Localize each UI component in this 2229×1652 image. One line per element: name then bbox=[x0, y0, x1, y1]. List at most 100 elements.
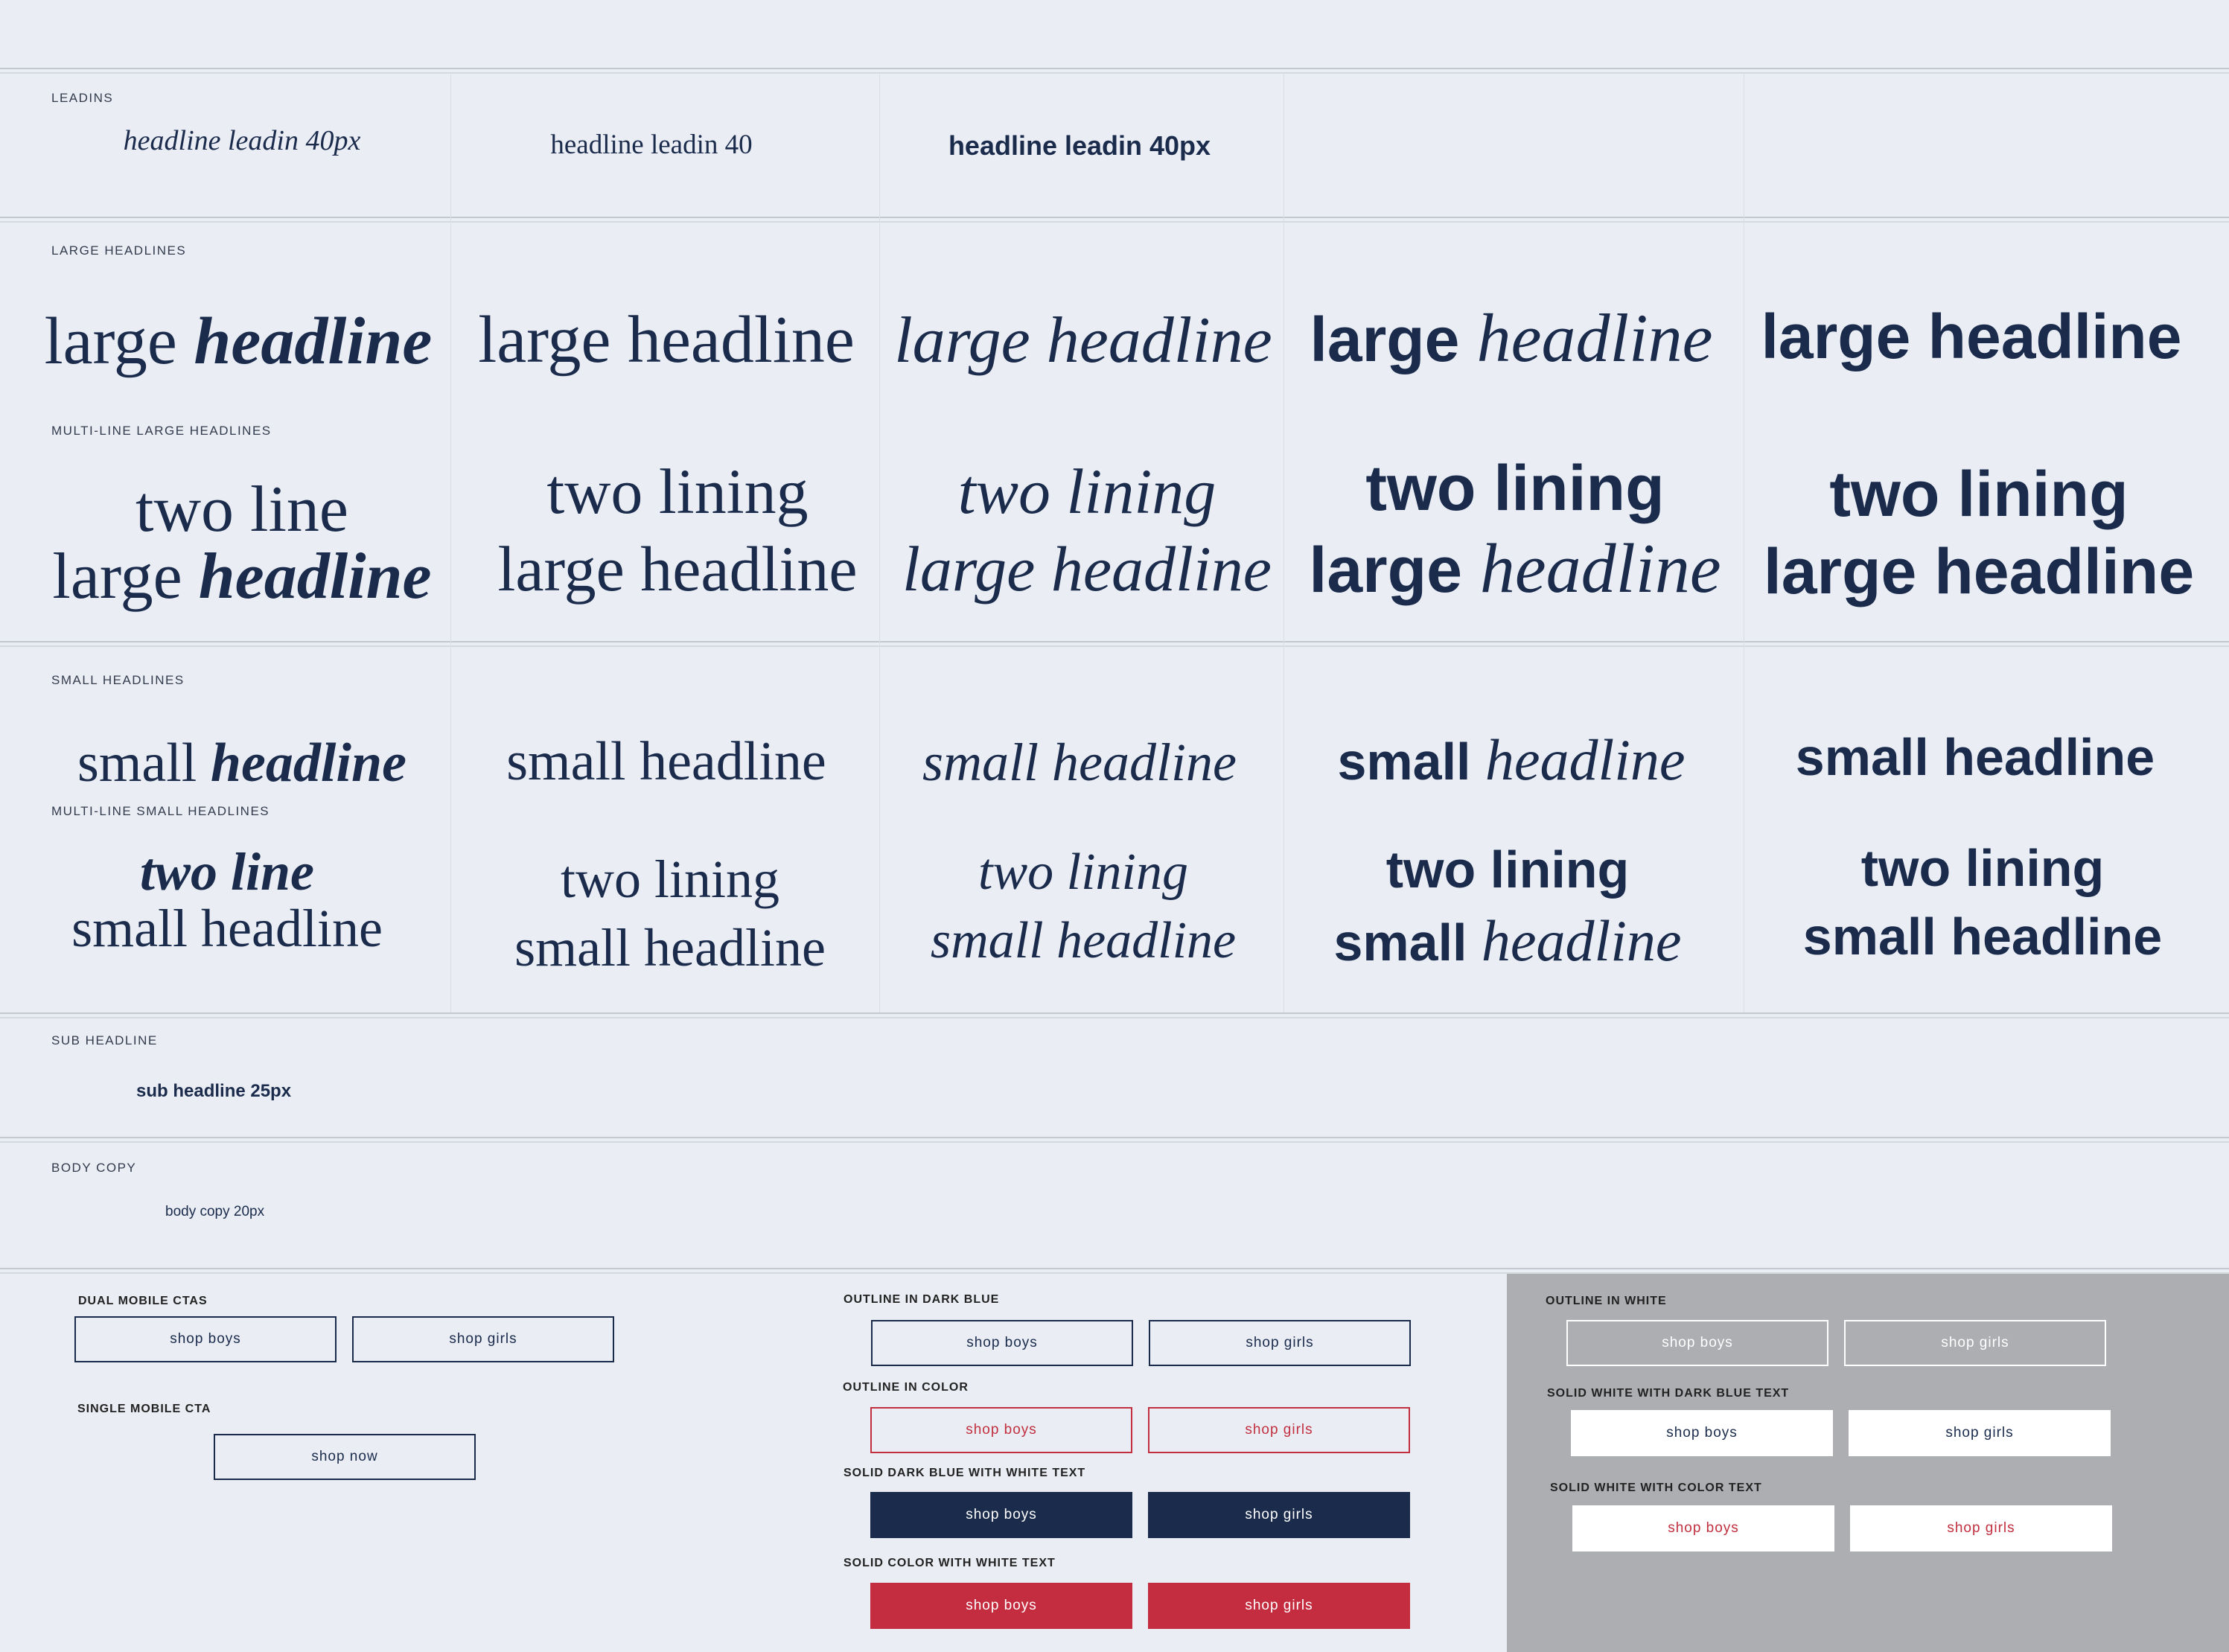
headline-line: two lining bbox=[1860, 839, 2105, 897]
shop-girls-button[interactable]: shop girls bbox=[352, 1316, 614, 1362]
divider bbox=[0, 645, 2229, 647]
headline-line: two line bbox=[139, 842, 315, 902]
cta-label-outline-color: OUTLINE IN COLOR bbox=[843, 1381, 969, 1394]
shop-boys-button[interactable]: shop boys bbox=[871, 1320, 1133, 1366]
headline-line: small headline bbox=[71, 899, 383, 958]
large-headline-sans-mixed: large headline bbox=[1288, 304, 1735, 372]
large-headline-serif-italic: large headline bbox=[894, 304, 1272, 377]
multi-small-serif: two lining small headline bbox=[458, 845, 882, 982]
section-label-large-headlines: LARGE HEADLINES bbox=[51, 243, 187, 258]
headline-word: large bbox=[52, 540, 182, 613]
multi-small-serif-mixed: two line small headline bbox=[15, 843, 439, 957]
cta-label-outline-dark-blue: OUTLINE IN DARK BLUE bbox=[844, 1293, 1000, 1306]
sub-headline-sample: sub headline 25px bbox=[136, 1081, 292, 1101]
small-headline-serif: small headline bbox=[506, 731, 826, 792]
shop-girls-button[interactable]: shop girls bbox=[1148, 1407, 1410, 1453]
small-headline-serif-italic: small headline bbox=[922, 733, 1237, 792]
section-label-small-headlines: SMALL HEADLINES bbox=[51, 673, 185, 687]
headline-word-italic: headline bbox=[1479, 530, 1721, 607]
shop-girls-button[interactable]: shop girls bbox=[1148, 1583, 1410, 1629]
cta-label-single-mobile: SINGLE MOBILE CTA bbox=[77, 1403, 211, 1415]
large-headline-serif-mixed: large headline bbox=[15, 308, 462, 375]
multi-small-serif-italic: two lining small headline bbox=[886, 838, 1281, 975]
shop-girls-button[interactable]: shop girls bbox=[1149, 1320, 1411, 1366]
headline-line: small headline bbox=[1288, 905, 1727, 978]
small-headline-sans: small headline bbox=[1795, 728, 2155, 786]
shop-boys-button[interactable]: shop boys bbox=[870, 1583, 1132, 1629]
headline-word: large bbox=[1309, 535, 1462, 606]
multi-large-serif-mixed: two line large headline bbox=[15, 476, 469, 610]
small-headline-sans-mixed: small headline bbox=[1288, 731, 1735, 789]
multi-large-serif: two lining large headline bbox=[462, 453, 893, 607]
divider bbox=[0, 1268, 2229, 1269]
body-copy-sample: body copy 20px bbox=[165, 1204, 265, 1219]
cta-label-dual-mobile: DUAL MOBILE CTAS bbox=[78, 1295, 208, 1307]
headline-word: small bbox=[77, 733, 197, 794]
leadin-italic-serif: headline leadin 40px bbox=[123, 125, 361, 156]
headline-line: two lining bbox=[957, 456, 1216, 527]
headline-word-italic: headline bbox=[1485, 727, 1686, 792]
divider bbox=[0, 1141, 2229, 1143]
headline-line: large headline bbox=[1288, 529, 1742, 610]
divider bbox=[0, 72, 2229, 74]
shop-boys-button[interactable]: shop boys bbox=[870, 1492, 1132, 1538]
divider bbox=[0, 641, 2229, 642]
headline-word-italic: headline bbox=[1476, 300, 1713, 376]
shop-boys-button[interactable]: shop boys bbox=[1572, 1505, 1834, 1551]
multi-large-serif-italic: two lining large headline bbox=[886, 453, 1288, 607]
section-label-multi-small: MULTI-LINE SMALL HEADLINES bbox=[51, 804, 270, 818]
shop-boys-button[interactable]: shop boys bbox=[1571, 1410, 1833, 1456]
headline-word: large bbox=[1310, 304, 1460, 374]
leadin-sans: headline leadin 40px bbox=[948, 130, 1211, 161]
headline-line: small headline bbox=[1802, 908, 2163, 966]
divider bbox=[0, 217, 2229, 218]
cta-label-outline-white: OUTLINE IN WHITE bbox=[1546, 1295, 1667, 1307]
shop-now-button[interactable]: shop now bbox=[214, 1434, 476, 1480]
cta-label-solid-color: SOLID COLOR WITH WHITE TEXT bbox=[844, 1557, 1056, 1569]
cta-label-solid-white-color: SOLID WHITE WITH COLOR TEXT bbox=[1550, 1482, 1762, 1494]
divider bbox=[0, 221, 2229, 223]
headline-line: two lining bbox=[546, 456, 809, 527]
section-label-leadins: LEADINS bbox=[51, 91, 114, 105]
headline-line: two lining bbox=[1385, 841, 1630, 899]
headline-line: large headline bbox=[497, 533, 858, 605]
headline-line: small headline bbox=[930, 912, 1237, 969]
divider bbox=[0, 68, 2229, 69]
headline-line: large headline bbox=[1763, 536, 2195, 607]
headline-word: small bbox=[1337, 733, 1471, 791]
headline-word-italic: headline bbox=[194, 304, 433, 378]
shop-boys-button[interactable]: shop boys bbox=[870, 1407, 1132, 1453]
shop-girls-button[interactable]: shop girls bbox=[1849, 1410, 2111, 1456]
headline-line: large headline bbox=[902, 533, 1272, 605]
headline-line: two lining bbox=[1365, 453, 1665, 524]
headline-line: large headline bbox=[15, 543, 469, 610]
headline-line: small headline bbox=[514, 918, 826, 978]
section-label-sub-headline: SUB HEADLINE bbox=[51, 1033, 158, 1047]
headline-word-italic: headline bbox=[198, 540, 432, 613]
shop-boys-button[interactable]: shop boys bbox=[1566, 1320, 1828, 1366]
shop-boys-button[interactable]: shop boys bbox=[74, 1316, 337, 1362]
headline-word: small bbox=[1333, 913, 1467, 972]
headline-line: two lining bbox=[978, 843, 1188, 901]
headline-line: two lining bbox=[560, 849, 779, 909]
multi-large-sans-mixed: two lining large headline bbox=[1288, 448, 1742, 610]
divider bbox=[0, 1017, 2229, 1018]
multi-small-sans: two lining small headline bbox=[1748, 834, 2217, 971]
headline-line: two line bbox=[135, 473, 348, 546]
headline-word-italic: headline bbox=[1481, 908, 1682, 973]
shop-girls-button[interactable]: shop girls bbox=[1148, 1492, 1410, 1538]
headline-word-italic: headline bbox=[210, 733, 406, 794]
section-label-multi-large: MULTI-LINE LARGE HEADLINES bbox=[51, 424, 272, 438]
cta-label-solid-dark-blue: SOLID DARK BLUE WITH WHITE TEXT bbox=[844, 1467, 1086, 1479]
small-headline-serif-mixed: small headline bbox=[15, 736, 469, 791]
cta-label-solid-white-dark: SOLID WHITE WITH DARK BLUE TEXT bbox=[1547, 1387, 1790, 1400]
shop-girls-button[interactable]: shop girls bbox=[1850, 1505, 2112, 1551]
large-headline-serif: large headline bbox=[478, 303, 855, 377]
headline-word: large bbox=[44, 304, 177, 378]
multi-small-sans-mixed: two lining small headline bbox=[1288, 834, 1727, 978]
shop-girls-button[interactable]: shop girls bbox=[1844, 1320, 2106, 1366]
headline-line: two lining bbox=[1829, 459, 2128, 530]
multi-large-sans: two lining large headline bbox=[1748, 456, 2210, 610]
divider bbox=[0, 1012, 2229, 1014]
leadin-serif: headline leadin 40 bbox=[550, 130, 753, 160]
